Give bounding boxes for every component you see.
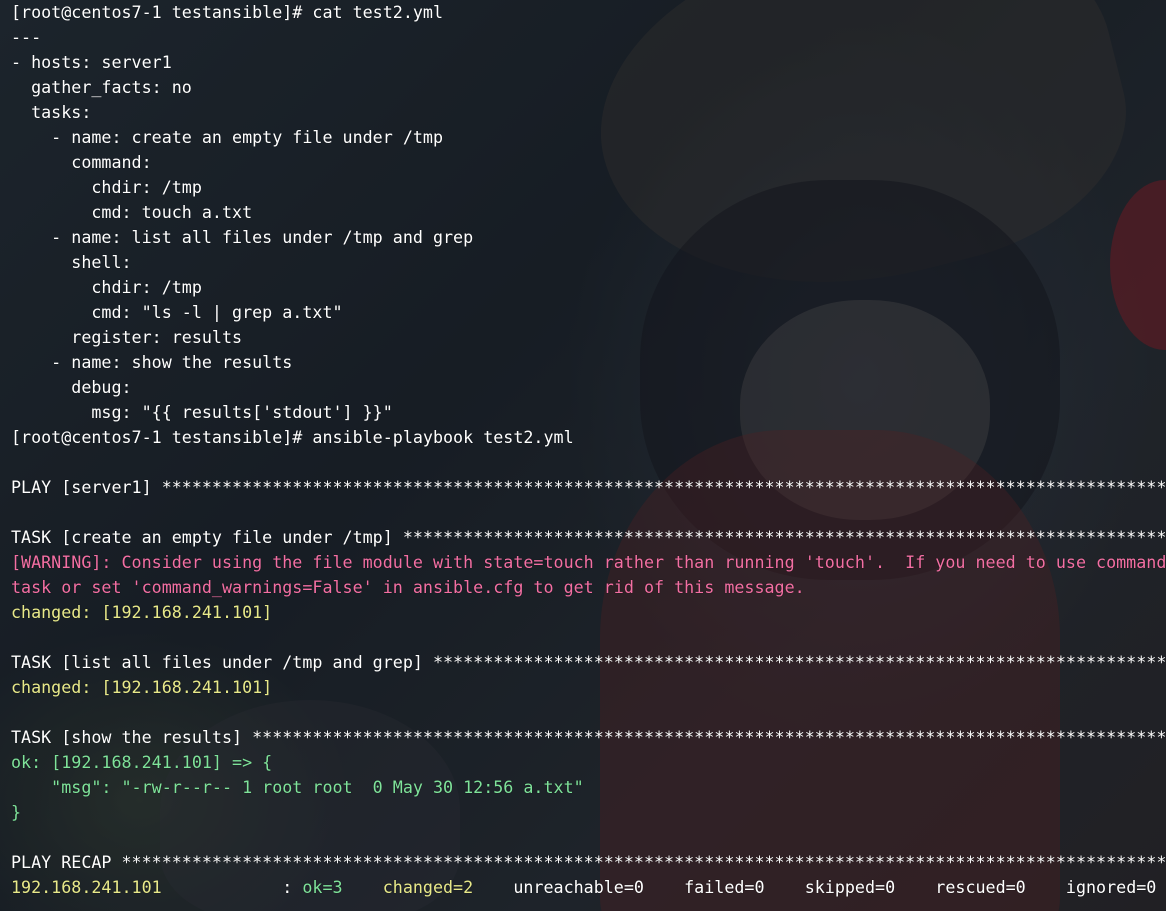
terminal-line: - name: create an empty file under /tmp [11,125,1166,150]
terminal-text-segment: [WARNING]: Consider using the file modul… [11,552,1166,572]
terminal-text-segment: task or set 'command_warnings=False' in … [11,577,805,597]
terminal-text-segment: - name: create an empty file under /tmp [11,127,444,147]
terminal-text-segment: shell: [11,252,132,272]
terminal-line: 192.168.241.101 : ok=3 changed=2 unreach… [11,875,1166,900]
terminal-line: - name: list all files under /tmp and gr… [11,225,1166,250]
terminal-text-segment: chdir: /tmp [11,277,202,297]
terminal-line: PLAY RECAP *****************************… [11,850,1166,875]
terminal-text-segment: changed: [192.168.241.101] [11,677,273,697]
terminal-line: "msg": "-rw-r--r-- 1 root root 0 May 30 … [11,775,1166,800]
terminal-line: command: [11,150,1166,175]
terminal-line: cmd: touch a.txt [11,200,1166,225]
terminal-text-segment: TASK [show the results] ****************… [11,727,1166,747]
terminal-line: } [11,800,1166,825]
terminal-text-segment: } [11,802,22,822]
terminal-line: tasks: [11,100,1166,125]
terminal-line: chdir: /tmp [11,275,1166,300]
terminal-line: - name: show the results [11,350,1166,375]
terminal-line: [WARNING]: Consider using the file modul… [11,550,1166,575]
terminal-line: ok: [192.168.241.101] => { [11,750,1166,775]
terminal-text-segment: PLAY RECAP *****************************… [11,852,1166,872]
terminal-text-segment: unreachable=0 failed=0 skipped=0 rescued… [473,877,1157,897]
terminal-text-segment: --- [11,27,42,47]
terminal-text-segment: TASK [list all files under /tmp and grep… [11,652,1166,672]
terminal-text-segment: ok: [192.168.241.101] => { [11,752,273,772]
terminal-text-segment: TASK [create an empty file under /tmp] *… [11,527,1166,547]
terminal-text-segment: changed=2 [382,877,474,897]
terminal-line: cmd: "ls -l | grep a.txt" [11,300,1166,325]
terminal-line: TASK [show the results] ****************… [11,725,1166,750]
terminal-line: register: results [11,325,1166,350]
terminal-text-segment: command: [11,152,152,172]
terminal-text-segment: changed: [192.168.241.101] [11,602,273,622]
terminal-text-segment: - name: list all files under /tmp and gr… [11,227,474,247]
terminal-text-segment: : [161,877,303,897]
terminal-line: changed: [192.168.241.101] [11,675,1166,700]
terminal-text-segment: 192.168.241.101 [11,877,162,897]
terminal-text-segment: - name: show the results [11,352,293,372]
terminal-text-segment: msg: "{{ results['stdout'] }}" [11,402,393,422]
terminal-text-segment: tasks: [11,102,92,122]
terminal-text-segment: debug: [11,377,132,397]
terminal-text-segment: chdir: /tmp [11,177,202,197]
terminal-text-segment: [root@centos7-1 testansible]# ansible-pl… [11,427,574,447]
terminal-text-segment: cmd: "ls -l | grep a.txt" [11,302,343,322]
terminal-text-segment: - hosts: server1 [11,52,172,72]
terminal-output[interactable]: [root@centos7-1 testansible]# cat test2.… [11,0,1166,911]
terminal-line: changed: [192.168.241.101] [11,600,1166,625]
terminal-text-segment: PLAY [server1] *************************… [11,477,1166,497]
terminal-line: msg: "{{ results['stdout'] }}" [11,400,1166,425]
terminal-line: [root@centos7-1 testansible]# ansible-pl… [11,425,1166,450]
terminal-line: TASK [create an empty file under /tmp] *… [11,525,1166,550]
terminal-text-segment: ok=3 [302,877,343,897]
terminal-line: PLAY [server1] *************************… [11,475,1166,500]
terminal-line: task or set 'command_warnings=False' in … [11,575,1166,600]
terminal-line: TASK [list all files under /tmp and grep… [11,650,1166,675]
terminal-line: - hosts: server1 [11,50,1166,75]
terminal-text-segment: gather_facts: no [11,77,192,97]
terminal-text-segment: register: results [11,327,243,347]
terminal-text-segment: [root@centos7-1 testansible]# cat test2.… [11,2,444,22]
terminal-line: --- [11,25,1166,50]
terminal-line: gather_facts: no [11,75,1166,100]
terminal-line: [root@centos7-1 testansible]# cat test2.… [11,0,1166,25]
terminal-line: debug: [11,375,1166,400]
terminal-line: chdir: /tmp [11,175,1166,200]
terminal-text-segment: cmd: touch a.txt [11,202,253,222]
terminal-line: shell: [11,250,1166,275]
terminal-text-segment: "msg": "-rw-r--r-- 1 root root 0 May 30 … [11,777,584,797]
